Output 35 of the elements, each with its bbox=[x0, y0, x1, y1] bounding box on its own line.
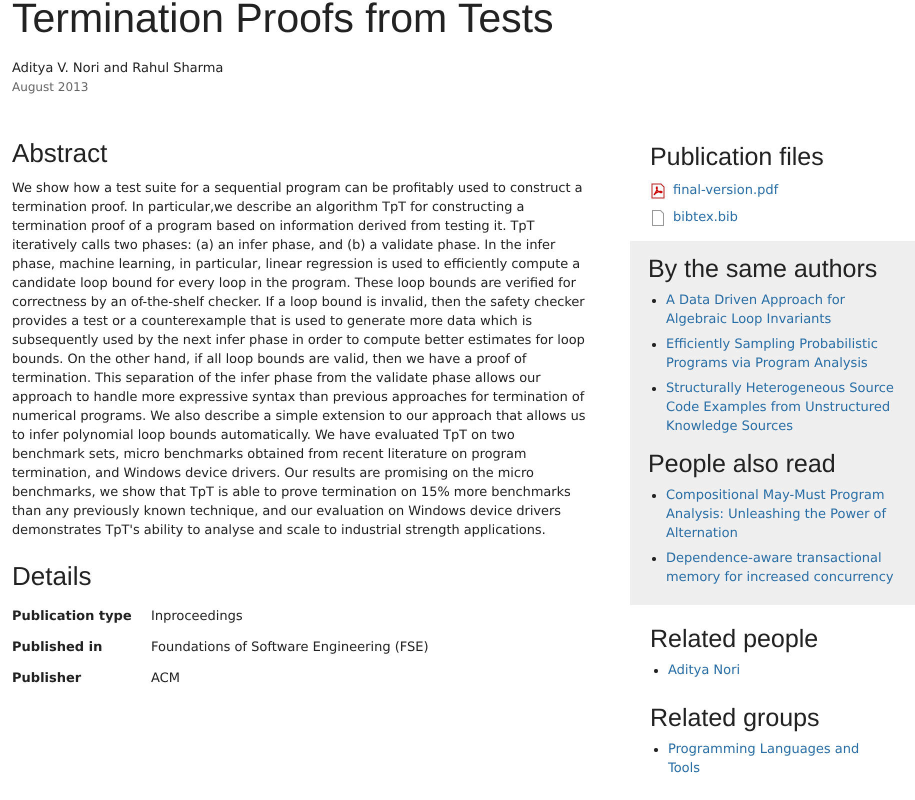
bullet-icon bbox=[654, 748, 658, 752]
bullet-icon bbox=[652, 494, 656, 498]
authors: Aditya V. Nori and Rahul Sharma bbox=[12, 60, 224, 78]
detail-label: Published in bbox=[12, 639, 104, 657]
section-heading: Details bbox=[12, 560, 92, 592]
section-heading: Publication files bbox=[650, 142, 825, 173]
section-heading: Abstract bbox=[12, 137, 108, 169]
person-link[interactable]: Aditya Nori bbox=[668, 661, 740, 680]
detail-value: Inproceedings bbox=[151, 608, 244, 626]
publication-link[interactable]: Efficiently Sampling Probabilistic Programs via Program Analysis bbox=[666, 335, 897, 373]
bullet-icon bbox=[652, 299, 656, 303]
detail-value: ACM bbox=[151, 670, 181, 688]
bullet-icon bbox=[654, 669, 658, 673]
detail-value: Foundations of Software Engineering (FSE) bbox=[151, 639, 430, 657]
detail-label: Publication type bbox=[12, 608, 133, 626]
bullet-icon bbox=[652, 557, 656, 561]
section-heading: Related groups bbox=[650, 703, 821, 734]
abstract-text: We show how a test suite for a sequential program can be profitably used to construct a termination proof. In particular,we describe an algorithm TpT for constructing a termination proof of a program based on information derived from testing it. TpT iteratively calls two phases: (a) an infer phase, and (b) a validate phase. In the infer phase, machine learning, in particular, linear regression is used to efficiently compute a candidate loop bound for every loop in the program. These loop bounds are verified for correctness by an of-the-shelf checker. If a loop bound is invalid, then the safety checker provides a test or a counterexample that is used to generate more data which is subsequently used by the next infer phase in order to compute better estimates for loop bounds. On the other hand, if all loop bounds are valid, then we have a proof of termination. This separation of the infer phase from the validate phase allows our approach to handle more expressive syntax than previous approaches for termination of numerical programs. We also describe a simple extension to our approach that allows us to infer polynomial loop bounds automatically. We have evaluated TpT on two benchmark sets, micro benchmarks obtained from recent literature on program termination, and Windows device drivers. Our results are promising on the micro benchmarks, we show that TpT is able to prove termination on 15% more benchmarks than any previously known technique, and our evaluation on Windows device drivers demonstrates TpT's ability to analyse and scale to industrial strength applications. bbox=[12, 180, 586, 540]
pdf-file-icon bbox=[650, 182, 666, 198]
detail-label: Publisher bbox=[12, 670, 82, 688]
publication-link[interactable]: Dependence-aware transactional memory for increased concurrency bbox=[666, 549, 897, 587]
bullet-icon bbox=[652, 343, 656, 347]
file-link[interactable]: bibtex.bib bbox=[673, 208, 738, 227]
publication-link[interactable]: A Data Driven Approach for Algebraic Loop Invariants bbox=[666, 291, 897, 329]
section-heading: Related people bbox=[650, 624, 820, 655]
file-icon bbox=[650, 210, 666, 226]
publication-date: August 2013 bbox=[12, 79, 90, 96]
publication-link[interactable]: Compositional May-Must Program Analysis: Unleashing the Power of Alternation bbox=[666, 486, 897, 543]
section-heading: People also read bbox=[648, 449, 837, 480]
page-title: Termination Proofs from Tests bbox=[12, 0, 555, 43]
group-link[interactable]: Programming Languages and Tools bbox=[668, 740, 888, 778]
publication-link[interactable]: Structurally Heterogeneous Source Code Examples from Unstructured Knowledge Sources bbox=[666, 379, 897, 436]
bullet-icon bbox=[652, 387, 656, 391]
file-link[interactable]: final-version.pdf bbox=[673, 181, 778, 200]
section-heading: By the same authors bbox=[648, 254, 878, 285]
